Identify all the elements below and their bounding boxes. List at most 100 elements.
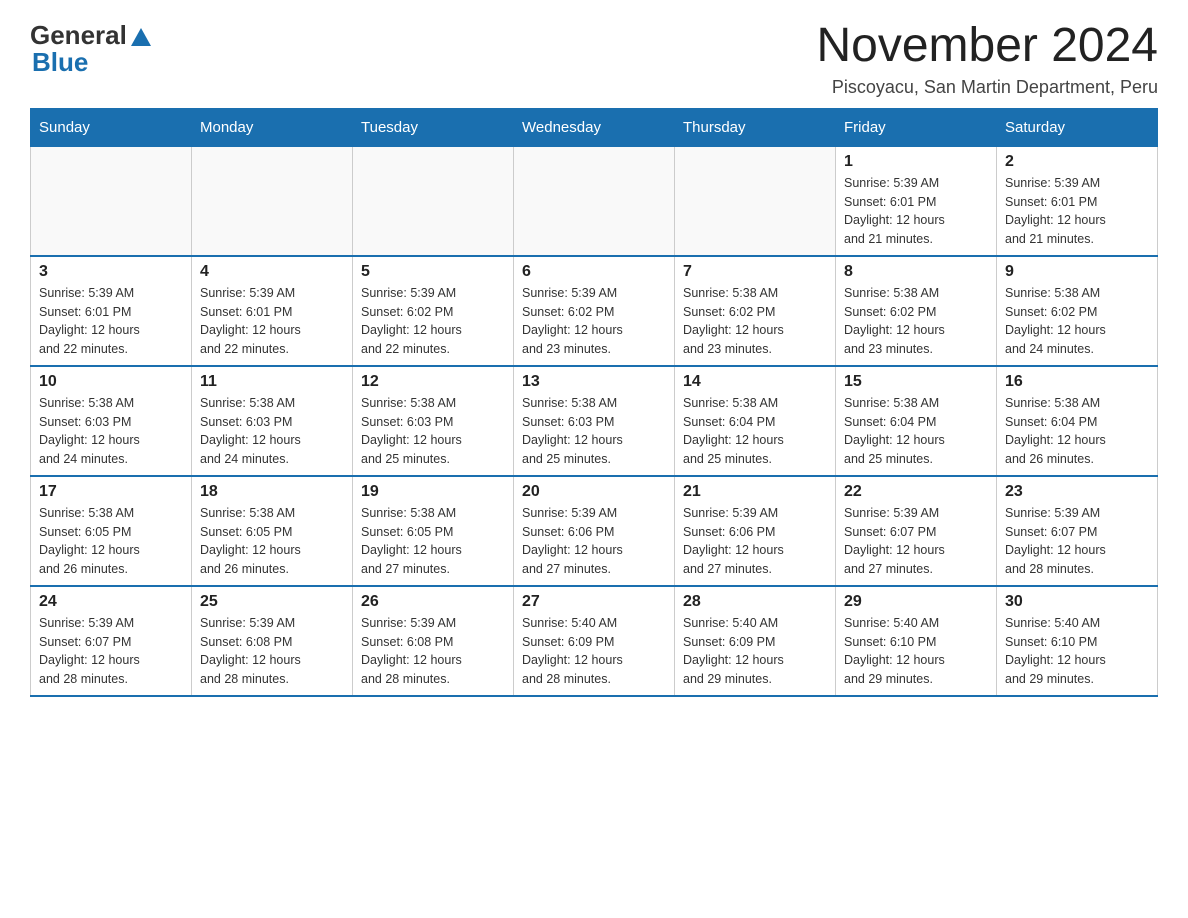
day-info: Sunrise: 5:40 AM Sunset: 6:10 PM Dayligh… xyxy=(1005,614,1149,689)
day-number: 5 xyxy=(361,263,505,281)
day-number: 21 xyxy=(683,483,827,501)
calendar-cell: 18 Sunrise: 5:38 AM Sunset: 6:05 PM Dayli… xyxy=(192,476,353,586)
day-info: Sunrise: 5:39 AM Sunset: 6:08 PM Dayligh… xyxy=(361,614,505,689)
weekday-header-saturday: Saturday xyxy=(997,108,1158,146)
day-number: 19 xyxy=(361,483,505,501)
day-number: 22 xyxy=(844,483,988,501)
calendar-cell: 17 Sunrise: 5:38 AM Sunset: 6:05 PM Dayli… xyxy=(31,476,192,586)
calendar-cell: 11 Sunrise: 5:38 AM Sunset: 6:03 PM Dayli… xyxy=(192,366,353,476)
day-number: 20 xyxy=(522,483,666,501)
calendar-cell: 25Sunrise: 5:39 AM Sunset: 6:08 PM Dayli… xyxy=(192,586,353,696)
day-number: 27 xyxy=(522,593,666,611)
title-area: November 2024 Piscoyacu, San Martin Depa… xyxy=(816,20,1158,98)
calendar-cell: 5 Sunrise: 5:39 AM Sunset: 6:02 PM Daylig… xyxy=(353,256,514,366)
calendar-week-3: 10 Sunrise: 5:38 AM Sunset: 6:03 PM Dayli… xyxy=(31,366,1158,476)
day-info: Sunrise: 5:38 AM Sunset: 6:05 PM Dayligh… xyxy=(200,504,344,579)
day-info: Sunrise: 5:38 AM Sunset: 6:02 PM Dayligh… xyxy=(683,284,827,359)
day-number: 2 xyxy=(1005,153,1149,171)
day-number: 24 xyxy=(39,593,183,611)
day-number: 7 xyxy=(683,263,827,281)
day-info: Sunrise: 5:39 AM Sunset: 6:06 PM Dayligh… xyxy=(683,504,827,579)
day-number: 6 xyxy=(522,263,666,281)
calendar-cell: 14 Sunrise: 5:38 AM Sunset: 6:04 PM Dayli… xyxy=(675,366,836,476)
day-number: 8 xyxy=(844,263,988,281)
day-info: Sunrise: 5:40 AM Sunset: 6:09 PM Dayligh… xyxy=(683,614,827,689)
day-number: 29 xyxy=(844,593,988,611)
weekday-header-sunday: Sunday xyxy=(31,108,192,146)
calendar-cell: 23 Sunrise: 5:39 AM Sunset: 6:07 PM Dayli… xyxy=(997,476,1158,586)
day-info: Sunrise: 5:39 AM Sunset: 6:07 PM Dayligh… xyxy=(39,614,183,689)
day-info: Sunrise: 5:39 AM Sunset: 6:01 PM Dayligh… xyxy=(844,174,988,249)
calendar-cell xyxy=(192,146,353,256)
calendar-cell: 9 Sunrise: 5:38 AM Sunset: 6:02 PM Daylig… xyxy=(997,256,1158,366)
day-info: Sunrise: 5:38 AM Sunset: 6:03 PM Dayligh… xyxy=(361,394,505,469)
calendar-cell: 21 Sunrise: 5:39 AM Sunset: 6:06 PM Dayli… xyxy=(675,476,836,586)
day-info: Sunrise: 5:39 AM Sunset: 6:06 PM Dayligh… xyxy=(522,504,666,579)
day-info: Sunrise: 5:38 AM Sunset: 6:03 PM Dayligh… xyxy=(200,394,344,469)
day-number: 3 xyxy=(39,263,183,281)
day-info: Sunrise: 5:39 AM Sunset: 6:02 PM Dayligh… xyxy=(361,284,505,359)
day-info: Sunrise: 5:38 AM Sunset: 6:04 PM Dayligh… xyxy=(683,394,827,469)
weekday-header-monday: Monday xyxy=(192,108,353,146)
calendar-cell: 4 Sunrise: 5:39 AM Sunset: 6:01 PM Daylig… xyxy=(192,256,353,366)
day-info: Sunrise: 5:38 AM Sunset: 6:04 PM Dayligh… xyxy=(844,394,988,469)
day-info: Sunrise: 5:38 AM Sunset: 6:05 PM Dayligh… xyxy=(361,504,505,579)
location-title: Piscoyacu, San Martin Department, Peru xyxy=(816,77,1158,98)
calendar-cell: 13Sunrise: 5:38 AM Sunset: 6:03 PM Dayli… xyxy=(514,366,675,476)
calendar-cell: 10 Sunrise: 5:38 AM Sunset: 6:03 PM Dayli… xyxy=(31,366,192,476)
calendar-week-5: 24 Sunrise: 5:39 AM Sunset: 6:07 PM Dayli… xyxy=(31,586,1158,696)
day-number: 30 xyxy=(1005,593,1149,611)
calendar-cell xyxy=(31,146,192,256)
day-info: Sunrise: 5:39 AM Sunset: 6:07 PM Dayligh… xyxy=(1005,504,1149,579)
day-info: Sunrise: 5:40 AM Sunset: 6:10 PM Dayligh… xyxy=(844,614,988,689)
day-info: Sunrise: 5:38 AM Sunset: 6:02 PM Dayligh… xyxy=(1005,284,1149,359)
header: General Blue November 2024 Piscoyacu, Sa… xyxy=(30,20,1158,98)
weekday-header-thursday: Thursday xyxy=(675,108,836,146)
day-info: Sunrise: 5:38 AM Sunset: 6:02 PM Dayligh… xyxy=(844,284,988,359)
day-number: 12 xyxy=(361,373,505,391)
day-info: Sunrise: 5:39 AM Sunset: 6:01 PM Dayligh… xyxy=(200,284,344,359)
calendar-cell: 24 Sunrise: 5:39 AM Sunset: 6:07 PM Dayli… xyxy=(31,586,192,696)
day-info: Sunrise: 5:38 AM Sunset: 6:05 PM Dayligh… xyxy=(39,504,183,579)
day-info: Sunrise: 5:39 AM Sunset: 6:01 PM Dayligh… xyxy=(1005,174,1149,249)
day-info: Sunrise: 5:40 AM Sunset: 6:09 PM Dayligh… xyxy=(522,614,666,689)
calendar-cell: 6Sunrise: 5:39 AM Sunset: 6:02 PM Daylig… xyxy=(514,256,675,366)
day-number: 23 xyxy=(1005,483,1149,501)
month-title: November 2024 xyxy=(816,20,1158,73)
calendar-cell: 2 Sunrise: 5:39 AM Sunset: 6:01 PM Daylig… xyxy=(997,146,1158,256)
day-number: 25 xyxy=(200,593,344,611)
day-number: 11 xyxy=(200,373,344,391)
calendar-cell: 19 Sunrise: 5:38 AM Sunset: 6:05 PM Dayli… xyxy=(353,476,514,586)
day-number: 1 xyxy=(844,153,988,171)
day-number: 13 xyxy=(522,373,666,391)
weekday-header-tuesday: Tuesday xyxy=(353,108,514,146)
weekday-header-row: SundayMondayTuesdayWednesdayThursdayFrid… xyxy=(31,108,1158,146)
day-number: 17 xyxy=(39,483,183,501)
day-number: 4 xyxy=(200,263,344,281)
calendar-table: SundayMondayTuesdayWednesdayThursdayFrid… xyxy=(30,108,1158,697)
calendar-cell: 1 Sunrise: 5:39 AM Sunset: 6:01 PM Daylig… xyxy=(836,146,997,256)
calendar-cell: 8 Sunrise: 5:38 AM Sunset: 6:02 PM Daylig… xyxy=(836,256,997,366)
logo: General Blue xyxy=(30,20,151,78)
day-info: Sunrise: 5:39 AM Sunset: 6:07 PM Dayligh… xyxy=(844,504,988,579)
calendar-cell xyxy=(353,146,514,256)
logo-blue-label: Blue xyxy=(30,47,88,78)
calendar-cell: 27 Sunrise: 5:40 AM Sunset: 6:09 PM Dayli… xyxy=(514,586,675,696)
day-number: 14 xyxy=(683,373,827,391)
calendar-week-4: 17 Sunrise: 5:38 AM Sunset: 6:05 PM Dayli… xyxy=(31,476,1158,586)
calendar-cell: 12 Sunrise: 5:38 AM Sunset: 6:03 PM Dayli… xyxy=(353,366,514,476)
calendar-cell: 20 Sunrise: 5:39 AM Sunset: 6:06 PM Dayli… xyxy=(514,476,675,586)
calendar-week-2: 3 Sunrise: 5:39 AM Sunset: 6:01 PM Daylig… xyxy=(31,256,1158,366)
weekday-header-wednesday: Wednesday xyxy=(514,108,675,146)
calendar-cell: 22 Sunrise: 5:39 AM Sunset: 6:07 PM Dayli… xyxy=(836,476,997,586)
calendar-cell: 15Sunrise: 5:38 AM Sunset: 6:04 PM Dayli… xyxy=(836,366,997,476)
day-info: Sunrise: 5:39 AM Sunset: 6:01 PM Dayligh… xyxy=(39,284,183,359)
day-info: Sunrise: 5:38 AM Sunset: 6:03 PM Dayligh… xyxy=(39,394,183,469)
day-number: 26 xyxy=(361,593,505,611)
weekday-header-friday: Friday xyxy=(836,108,997,146)
day-number: 18 xyxy=(200,483,344,501)
calendar-cell: 16Sunrise: 5:38 AM Sunset: 6:04 PM Dayli… xyxy=(997,366,1158,476)
day-number: 9 xyxy=(1005,263,1149,281)
day-info: Sunrise: 5:38 AM Sunset: 6:04 PM Dayligh… xyxy=(1005,394,1149,469)
day-number: 10 xyxy=(39,373,183,391)
